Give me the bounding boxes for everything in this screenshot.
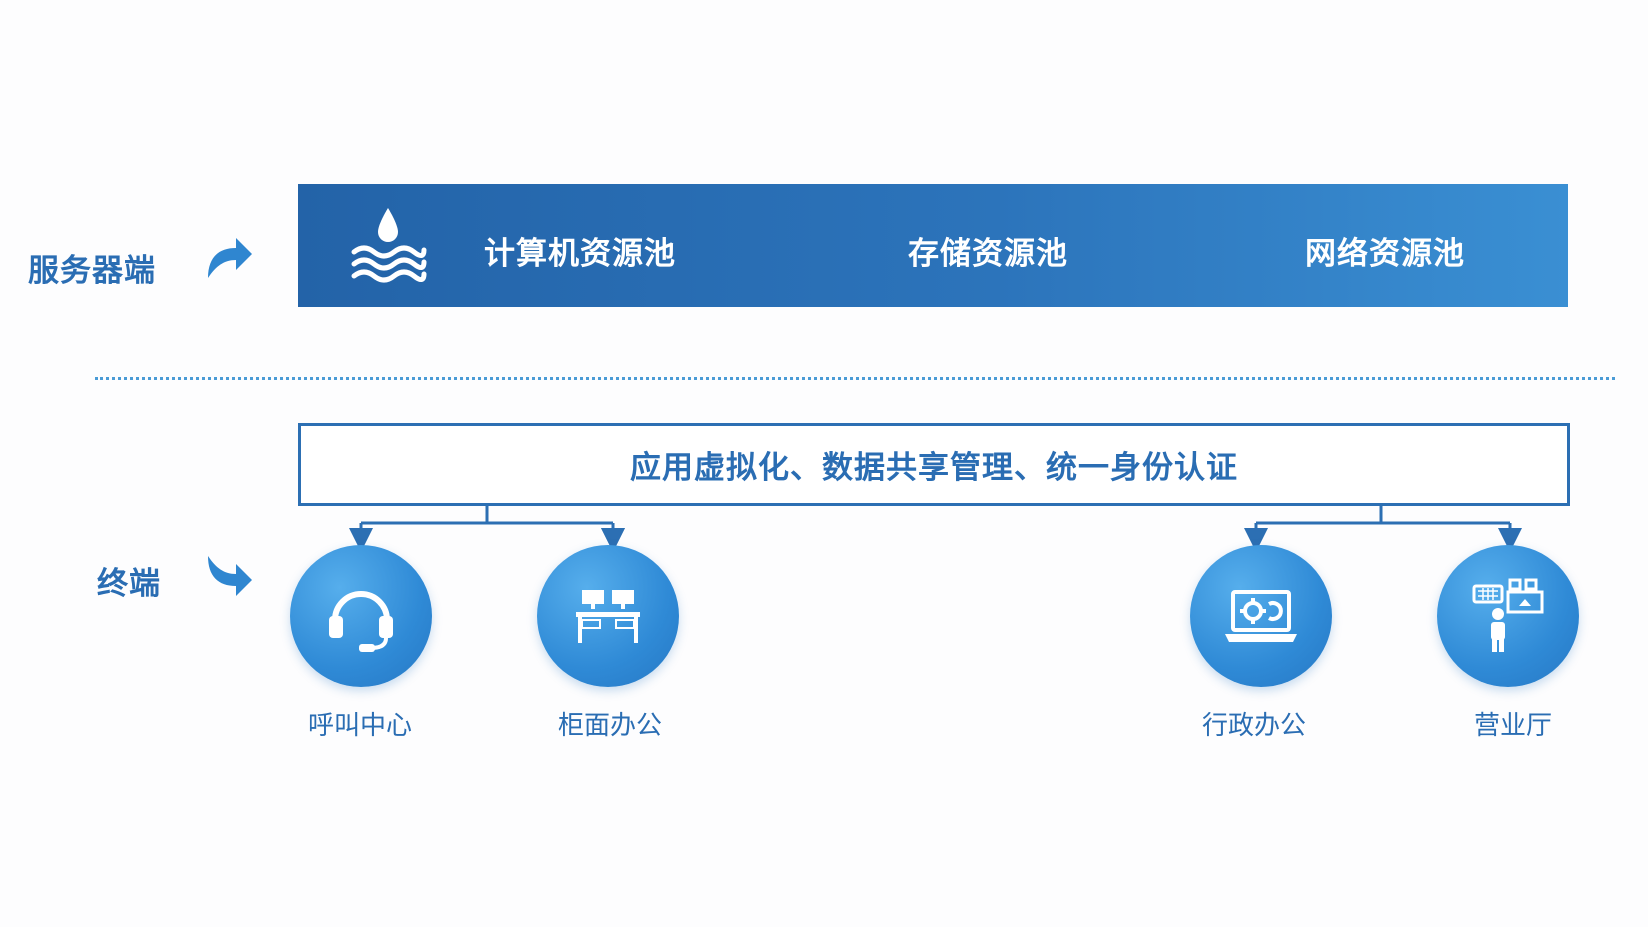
left-branch-connector: [359, 503, 613, 540]
tree-connectors: [349, 503, 1522, 927]
desk-icon: [576, 590, 640, 643]
laptop-gear-icon: [1225, 590, 1297, 642]
counter-office-node: [537, 545, 679, 687]
service-hall-label: 营业厅: [1473, 711, 1552, 741]
service-hall-icon: [1472, 578, 1544, 652]
right-branch-connector: [1256, 503, 1510, 525]
call-center-node: [290, 545, 432, 687]
headset-icon: [329, 591, 393, 652]
counter-office-label: 柜面办公: [557, 711, 662, 741]
call-center-label: 呼叫中心: [307, 711, 412, 741]
admin-office-label: 行政办公: [1201, 711, 1306, 741]
service-hall-node: [1437, 545, 1579, 687]
admin-office-node: [1190, 545, 1332, 687]
